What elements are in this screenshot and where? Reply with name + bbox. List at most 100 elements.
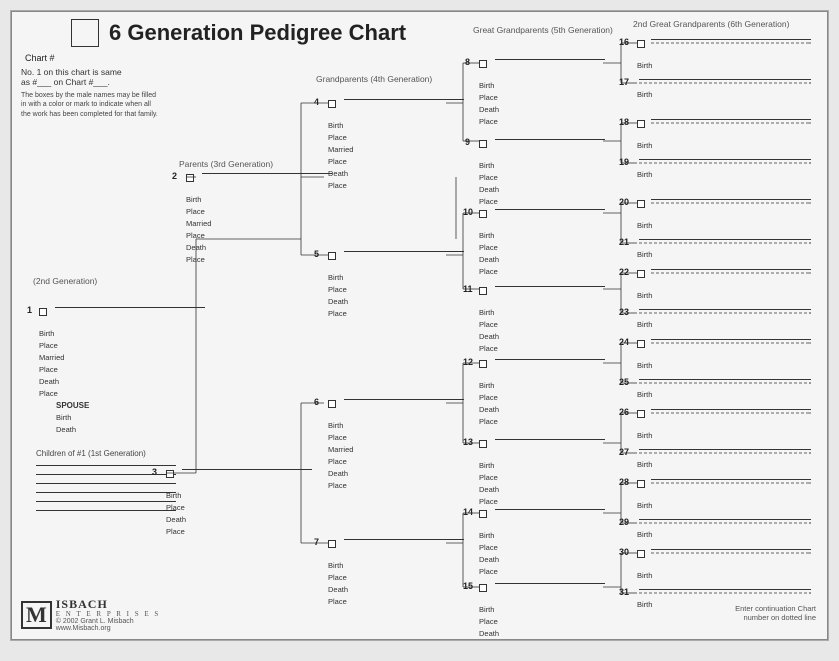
person-20-fields: Birth	[637, 220, 652, 232]
person-10-box	[479, 210, 487, 218]
person-30-box	[637, 550, 645, 558]
person-1-fields: Birth Place Married Place Death Place	[39, 328, 64, 400]
person-13-num: 13	[463, 437, 473, 447]
person-23-num: 23	[619, 307, 629, 317]
person-21: 21 Birth	[637, 239, 652, 261]
continue-line1: Enter continuation Chart	[735, 604, 816, 613]
person-22-fields: Birth	[637, 290, 652, 302]
person-8: 8 Birth Place Death Place	[479, 59, 499, 128]
person-22-num: 22	[619, 267, 629, 277]
person-8-fields: Birth Place Death Place	[479, 80, 499, 128]
person-18-fields: Birth	[637, 140, 652, 152]
person-19-fields: Birth	[637, 169, 652, 181]
person-7-fields: Birth Place Death Place	[328, 560, 348, 608]
person-25-fields: Birth	[637, 389, 652, 401]
person-5-fields: Birth Place Death Place	[328, 272, 348, 320]
as-text: as #___ on Chart #___.	[21, 77, 110, 87]
person-11-box	[479, 287, 487, 295]
person-17: 17 Birth	[637, 79, 652, 101]
person-20-nameline	[651, 199, 811, 200]
person-12-fields: Birth Place Death Place	[479, 380, 499, 428]
person-5-box	[328, 252, 336, 260]
boxes-note: The boxes by the male names may be fille…	[21, 91, 161, 119]
person-1-num: 1	[27, 305, 32, 315]
person-3: 3 Birth Place Death Place	[166, 469, 186, 538]
person-26: 26 Birth	[637, 409, 652, 442]
person-14-fields: Birth Place Death Place	[479, 530, 499, 578]
person-18-nameline	[651, 119, 811, 120]
person-23-nameline	[639, 309, 811, 310]
person-15-box	[479, 584, 487, 592]
person-8-nameline	[495, 59, 605, 60]
person-7-nameline	[344, 539, 464, 540]
person-15: 15 Birth Place Death Place	[479, 583, 499, 641]
person-14-nameline	[495, 509, 605, 510]
person-12-box	[479, 360, 487, 368]
person-28: 28 Birth	[637, 479, 652, 512]
person-28-fields: Birth	[637, 500, 652, 512]
person-14-box	[479, 510, 487, 518]
person-13-box	[479, 440, 487, 448]
person-22: 22 Birth	[637, 269, 652, 302]
person-2-num: 2	[172, 171, 177, 181]
person-9-num: 9	[465, 137, 470, 147]
person-8-box	[479, 60, 487, 68]
person-23: 23 Birth	[637, 309, 652, 331]
title-area: 6 Generation Pedigree Chart	[71, 19, 406, 47]
no1-text: No. 1 on this chart is same	[21, 67, 122, 77]
person-24-fields: Birth	[637, 360, 652, 372]
person-5: 5 Birth Place Death Place	[328, 251, 348, 320]
person-22-nameline	[651, 269, 811, 270]
gen6-label: 2nd Great Grandparents (6th Generation)	[633, 19, 789, 29]
person-14-num: 14	[463, 507, 473, 517]
person-9-box	[479, 140, 487, 148]
person-26-fields: Birth	[637, 430, 652, 442]
person-7: 7 Birth Place Death Place	[328, 539, 348, 608]
person-2: 2 Birth Place Married Place Death Place	[186, 173, 211, 266]
person-30-nameline	[651, 549, 811, 550]
person-23-fields: Birth	[637, 319, 652, 331]
person-21-nameline	[639, 239, 811, 240]
children-label: Children of #1 (1st Generation)	[36, 449, 146, 458]
person-11-fields: Birth Place Death Place	[479, 307, 499, 355]
person-27-fields: Birth	[637, 459, 652, 471]
spouse-label: SPOUSE	[56, 401, 89, 410]
person-7-box	[328, 540, 336, 548]
person-9-nameline	[495, 139, 605, 140]
person-31-num: 31	[619, 587, 629, 597]
person-17-nameline	[639, 79, 811, 80]
person-3-box	[166, 470, 174, 478]
person-30-fields: Birth	[637, 570, 652, 582]
person-24: 24 Birth	[637, 339, 652, 372]
person-28-box	[637, 480, 645, 488]
person-16-box	[637, 40, 645, 48]
person-31-fields: Birth	[637, 599, 652, 611]
person-25: 25 Birth	[637, 379, 652, 401]
logo-url: www.Misbach.org	[56, 625, 161, 632]
spouse-fields: Birth Death	[56, 412, 89, 436]
person-29-fields: Birth	[637, 529, 652, 541]
person-10-fields: Birth Place Death Place	[479, 230, 499, 278]
person-20-num: 20	[619, 197, 629, 207]
person-4-fields: Birth Place Married Place Death Place	[328, 120, 353, 192]
person-15-num: 15	[463, 581, 473, 591]
person-25-nameline	[639, 379, 811, 380]
person-17-num: 17	[619, 77, 629, 87]
person-13-fields: Birth Place Death Place	[479, 460, 499, 508]
person-1: 1 Birth Place Married Place Death Place	[39, 307, 64, 400]
logo-m-letter: M	[26, 604, 47, 626]
person-27: 27 Birth	[637, 449, 652, 471]
person-31: 31 Birth	[637, 589, 652, 611]
person-12: 12 Birth Place Death Place	[479, 359, 499, 428]
person-16: 16 Birth	[637, 39, 652, 72]
person-3-nameline	[182, 469, 312, 470]
pedigree-chart: 6 Generation Pedigree Chart Chart # No. …	[10, 10, 829, 641]
person-11: 11 Birth Place Death Place	[479, 286, 499, 355]
person-28-num: 28	[619, 477, 629, 487]
gen2-label: (2nd Generation)	[33, 276, 97, 286]
person-6-box	[328, 400, 336, 408]
person-4-num: 4	[314, 97, 319, 107]
person-18: 18 Birth	[637, 119, 652, 152]
logo-enterprises: E N T E R P R I S E S	[56, 610, 161, 618]
logo-box: M	[21, 601, 52, 629]
